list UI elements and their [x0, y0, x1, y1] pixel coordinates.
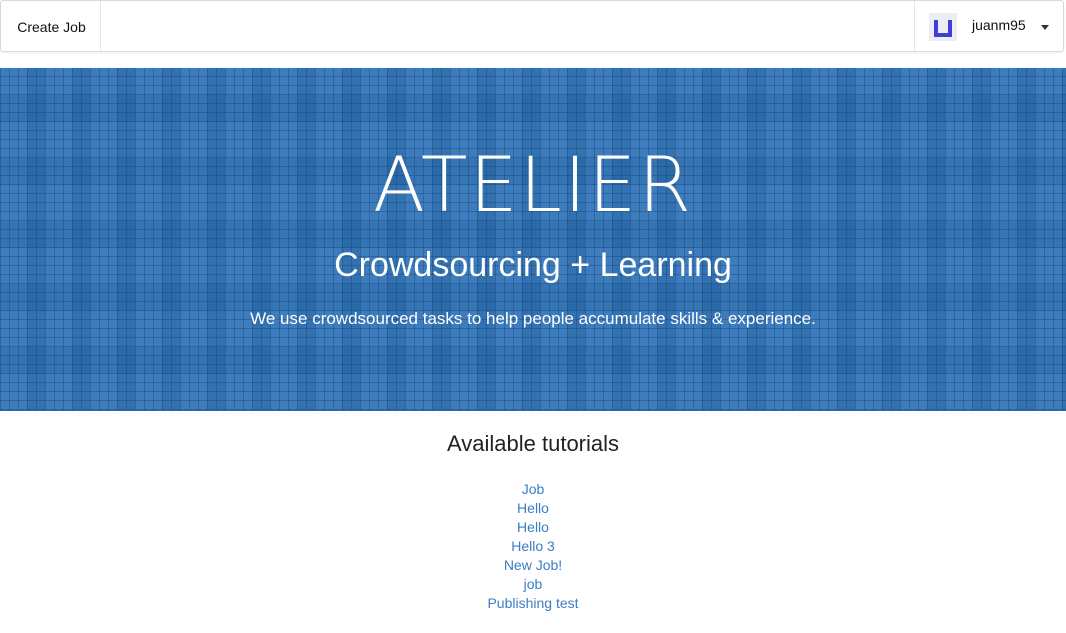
- user-avatar[interactable]: [929, 13, 957, 41]
- username-label[interactable]: juanm95: [972, 17, 1026, 33]
- tutorial-link[interactable]: Publishing test: [487, 595, 578, 611]
- list-item: Job: [0, 480, 1066, 499]
- user-menu-dropdown[interactable]: juanm95: [914, 1, 1063, 53]
- hero-banner: ATELIER Crowdsourcing + Learning We use …: [0, 68, 1066, 411]
- tutorial-list: Job Hello Hello Hello 3 New Job! job Pub…: [0, 480, 1066, 613]
- nav-left-section: Create Job: [1, 1, 101, 53]
- identicon-avatar-icon: [929, 13, 957, 41]
- top-navbar: Create Job juanm95: [0, 0, 1064, 53]
- list-item: Hello 3: [0, 537, 1066, 556]
- tutorial-link[interactable]: Hello: [517, 519, 549, 535]
- tutorial-link[interactable]: New Job!: [504, 557, 562, 573]
- tutorials-section: Available tutorials Job Hello Hello Hell…: [0, 428, 1066, 613]
- list-item: New Job!: [0, 556, 1066, 575]
- tutorial-link[interactable]: Job: [522, 481, 545, 497]
- list-item: job: [0, 575, 1066, 594]
- list-item: Publishing test: [0, 594, 1066, 613]
- create-job-link[interactable]: Create Job: [17, 19, 85, 35]
- caret-down-icon[interactable]: [1040, 24, 1049, 30]
- tutorial-link[interactable]: Hello: [517, 500, 549, 516]
- list-item: Hello: [0, 499, 1066, 518]
- tutorials-heading: Available tutorials: [446, 431, 620, 456]
- hero-subtitle: Crowdsourcing + Learning: [334, 246, 732, 284]
- list-item: Hello: [0, 518, 1066, 537]
- tutorial-link[interactable]: job: [524, 576, 543, 592]
- hero-title: ATELIER: [372, 140, 694, 229]
- hero-tagline: We use crowdsourced tasks to help people…: [250, 309, 816, 328]
- tutorial-link[interactable]: Hello 3: [511, 538, 555, 554]
